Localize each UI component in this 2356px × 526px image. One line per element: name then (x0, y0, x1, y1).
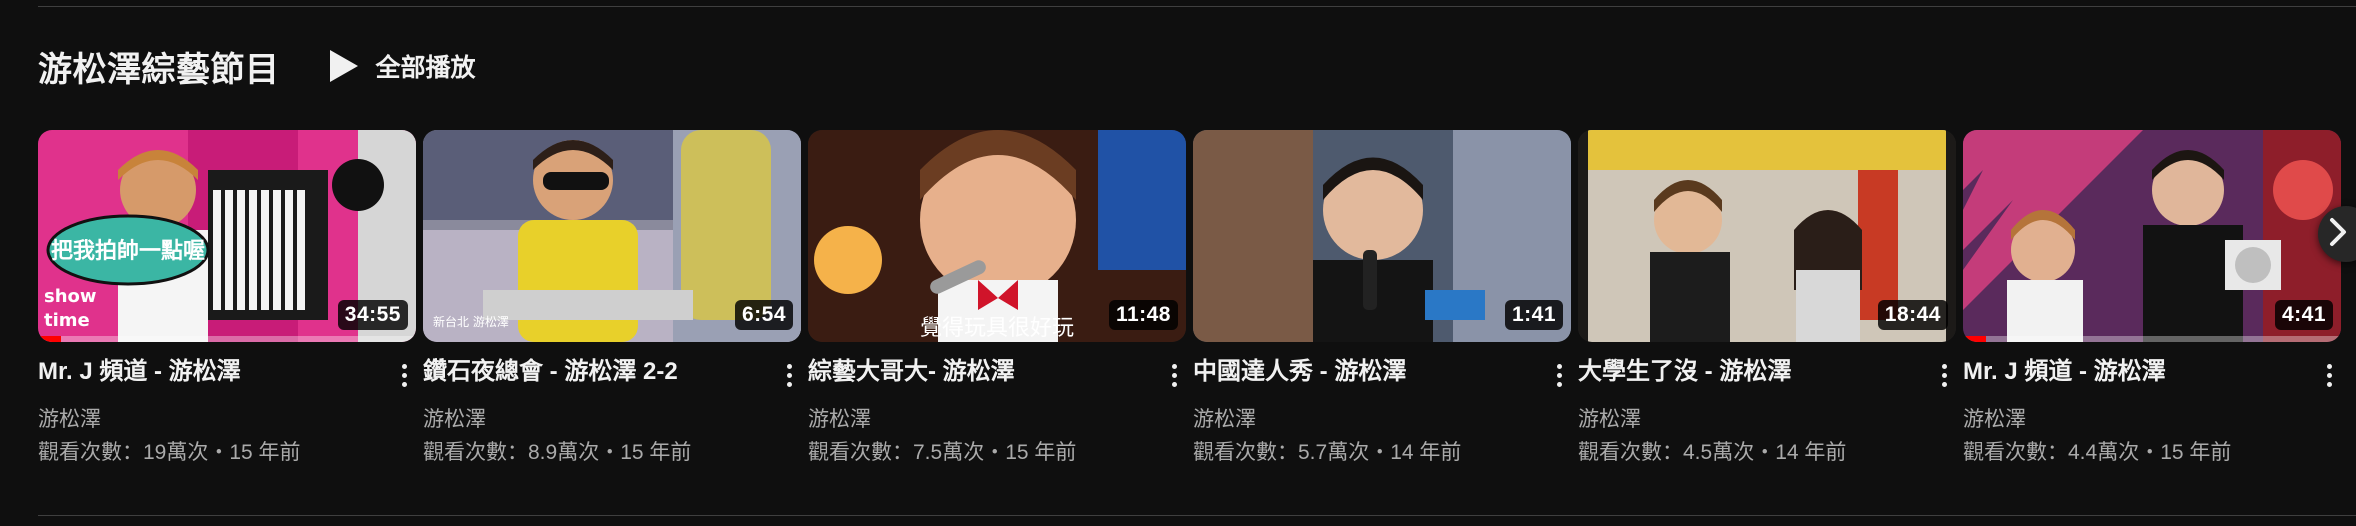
play-all-label: 全部播放 (375, 54, 476, 82)
more-options-button[interactable] (777, 359, 801, 391)
thumbnail-caption: 把我拍帥一點喔 (51, 238, 205, 264)
svg-text:time: time (44, 310, 90, 331)
video-stats: 觀看次數：5.7萬次・14 年前 (1193, 441, 1462, 464)
video-title[interactable]: Mr. J 頻道 - 游松澤 (1963, 355, 2305, 389)
video-stats: 觀看次數：8.9萬次・15 年前 (423, 441, 692, 464)
video-stats: 觀看次數：4.4萬次・15 年前 (1963, 441, 2232, 464)
channel-name[interactable]: 游松澤 (808, 405, 1150, 435)
duration-badge: 4:41 (2274, 300, 2333, 330)
svg-text:show: show (44, 286, 97, 307)
more-vert-icon (401, 362, 407, 389)
bottom-divider (38, 515, 2356, 516)
duration-badge: 18:44 (1877, 300, 1948, 330)
video-thumbnail[interactable]: 覺得玩具很好玩 11:48 (808, 130, 1186, 342)
video-card[interactable]: 新台北 游松澤 6:54 鑽石夜總會 - 游松澤 2-2 游松澤 觀看次數：8.… (423, 130, 801, 468)
watch-progress (38, 336, 61, 342)
shelf-title[interactable]: 游松澤綜藝節目 (38, 42, 280, 91)
duration-badge: 11:48 (1108, 300, 1178, 330)
duration-badge: 6:54 (734, 300, 793, 330)
svg-text:新台北 游松澤: 新台北 游松澤 (433, 314, 509, 329)
chevron-right-icon (2328, 217, 2350, 252)
play-icon (328, 49, 360, 83)
video-card[interactable]: 把我拍帥一點喔 show time 34:55 Mr. J 頻道 - 游松澤 游… (38, 130, 416, 468)
thumbnail-caption: 覺得玩具很好玩 (920, 316, 1074, 341)
video-card[interactable]: 18:44 大學生了沒 - 游松澤 游松澤 觀看次數：4.5萬次・14 年前 (1578, 130, 1956, 468)
video-thumbnail[interactable]: 4:41 (1963, 130, 2341, 342)
video-meta: Mr. J 頻道 - 游松澤 游松澤 觀看次數：19萬次・15 年前 (38, 355, 416, 468)
video-meta: 中國達人秀 - 游松澤 游松澤 觀看次數：5.7萬次・14 年前 (1193, 355, 1571, 468)
channel-name[interactable]: 游松澤 (1963, 405, 2305, 435)
video-shelf: 游松澤綜藝節目 全部播放 把我拍帥一點喔 show time 34:55 Mr.… (0, 0, 2356, 526)
duration-badge: 34:55 (337, 300, 408, 330)
video-meta: 綜藝大哥大- 游松澤 游松澤 觀看次數：7.5萬次・15 年前 (808, 355, 1186, 468)
video-meta: 大學生了沒 - 游松澤 游松澤 觀看次數：4.5萬次・14 年前 (1578, 355, 1956, 468)
video-title[interactable]: Mr. J 頻道 - 游松澤 (38, 355, 380, 389)
more-vert-icon (1556, 362, 1562, 389)
video-title[interactable]: 綜藝大哥大- 游松澤 (808, 355, 1150, 389)
more-vert-icon (1941, 362, 1947, 389)
video-thumbnail[interactable]: 把我拍帥一點喔 show time 34:55 (38, 130, 416, 342)
channel-name[interactable]: 游松澤 (1578, 405, 1920, 435)
video-card[interactable]: 覺得玩具很好玩 11:48 綜藝大哥大- 游松澤 游松澤 觀看次數：7.5萬次・… (808, 130, 1186, 468)
more-vert-icon (2326, 362, 2332, 389)
more-options-button[interactable] (1162, 359, 1186, 391)
video-stats: 觀看次數：4.5萬次・14 年前 (1578, 441, 1847, 464)
watch-progress (1963, 336, 1986, 342)
more-options-button[interactable] (392, 359, 416, 391)
video-thumbnail[interactable]: 新台北 游松澤 6:54 (423, 130, 801, 342)
progress-track (1963, 336, 2341, 342)
shelf-header: 游松澤綜藝節目 全部播放 (38, 42, 488, 90)
more-vert-icon (786, 362, 792, 389)
video-thumbnail[interactable]: 1:41 (1193, 130, 1571, 342)
top-divider (38, 6, 2356, 7)
more-options-button[interactable] (1932, 359, 1956, 391)
channel-name[interactable]: 游松澤 (1193, 405, 1535, 435)
video-title[interactable]: 大學生了沒 - 游松澤 (1578, 355, 1920, 389)
channel-name[interactable]: 游松澤 (38, 405, 380, 435)
more-options-button[interactable] (1547, 359, 1571, 391)
video-card[interactable]: 1:41 中國達人秀 - 游松澤 游松澤 觀看次數：5.7萬次・14 年前 (1193, 130, 1571, 468)
video-meta: 鑽石夜總會 - 游松澤 2-2 游松澤 觀看次數：8.9萬次・15 年前 (423, 355, 801, 468)
video-title[interactable]: 鑽石夜總會 - 游松澤 2-2 (423, 355, 765, 389)
video-thumbnail[interactable]: 18:44 (1578, 130, 1956, 342)
more-options-button[interactable] (2317, 359, 2341, 391)
duration-badge: 1:41 (1504, 300, 1563, 330)
video-stats: 觀看次數：7.5萬次・15 年前 (808, 441, 1077, 464)
more-vert-icon (1171, 362, 1177, 389)
video-meta: Mr. J 頻道 - 游松澤 游松澤 觀看次數：4.4萬次・15 年前 (1963, 355, 2341, 468)
video-title[interactable]: 中國達人秀 - 游松澤 (1193, 355, 1535, 389)
progress-track (38, 336, 416, 342)
play-all-button[interactable]: 全部播放 (322, 44, 488, 88)
video-card[interactable]: 4:41 Mr. J 頻道 - 游松澤 游松澤 觀看次數：4.4萬次・15 年前 (1963, 130, 2341, 468)
channel-name[interactable]: 游松澤 (423, 405, 765, 435)
video-stats: 觀看次數：19萬次・15 年前 (38, 441, 301, 464)
